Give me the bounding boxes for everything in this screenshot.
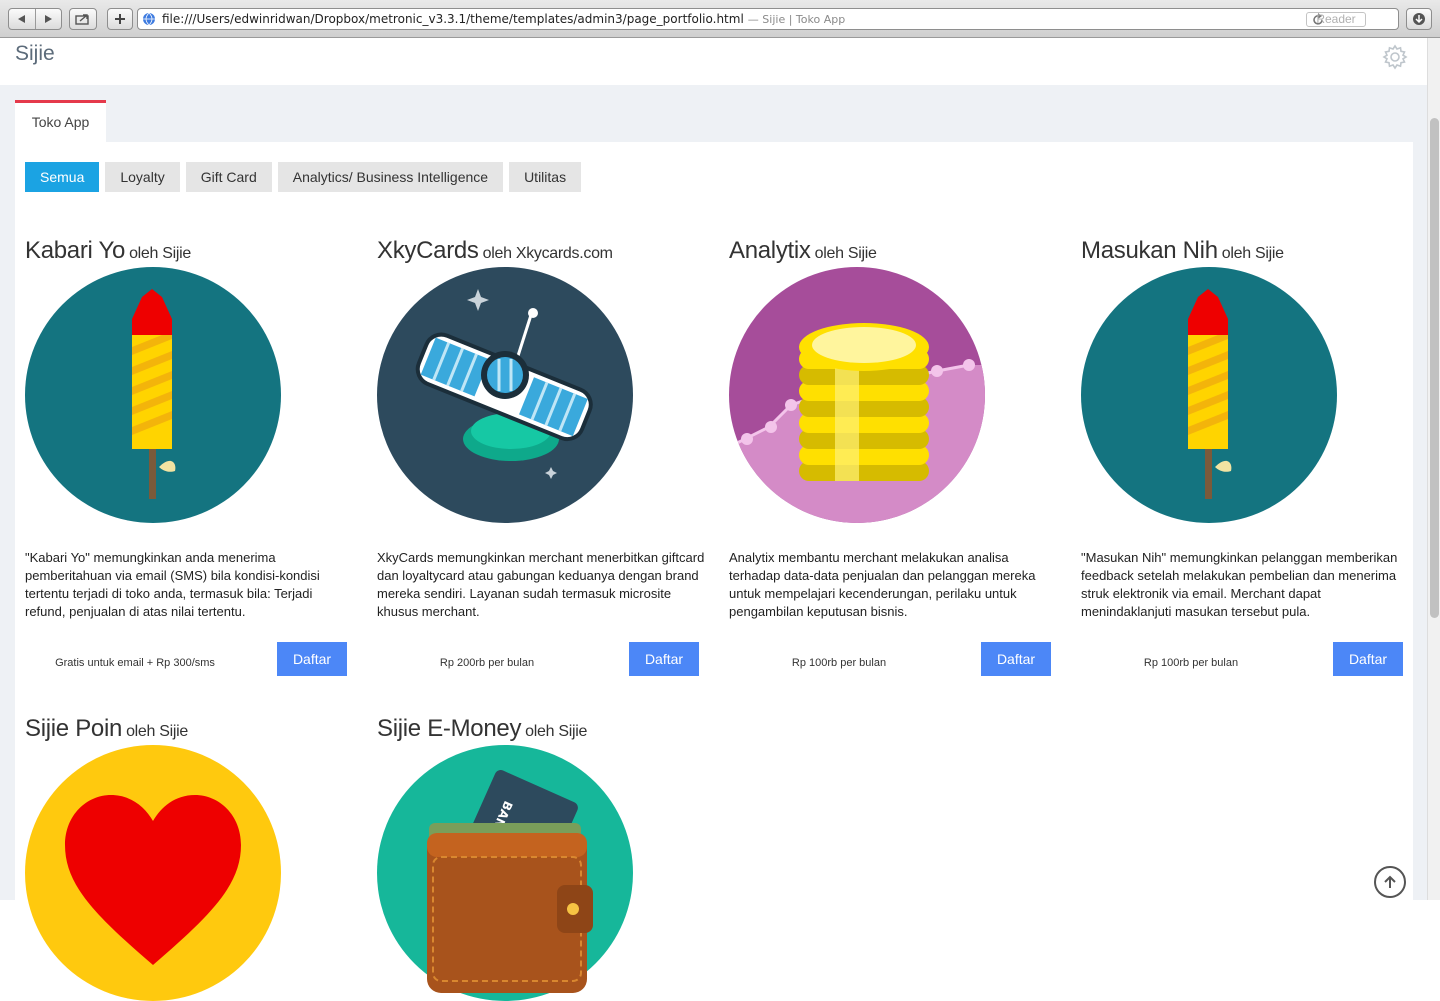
app-author: oleh Sijie	[1221, 245, 1284, 262]
filter-semua[interactable]: Semua	[25, 162, 100, 192]
filter-utilitas[interactable]: Utilitas	[509, 162, 582, 192]
app-description: "Masukan Nih" memungkinkan pelanggan mem…	[1081, 550, 1398, 619]
app-price: Gratis untuk email + Rp 300/sms	[55, 657, 215, 669]
app-title: Kabari Yo oleh Sijie	[25, 237, 347, 265]
app-title: XkyCards oleh Xkycards.com	[377, 237, 699, 265]
arrow-up-icon	[1384, 875, 1396, 888]
app-name[interactable]: Analytix	[729, 237, 811, 264]
browser-toolbar: file:///Users/edwinridwan/Dropbox/metron…	[0, 0, 1440, 38]
back-button[interactable]	[9, 9, 35, 29]
globe-icon	[143, 12, 155, 26]
app-title: Sijie E-Money oleh Sijie	[377, 715, 699, 743]
app-name[interactable]: Sijie Poin	[25, 715, 122, 742]
filter-bar: Semua Loyalty Gift Card Analytics/ Busin…	[25, 162, 582, 192]
share-icon	[75, 14, 89, 25]
daftar-button[interactable]: Daftar	[629, 642, 699, 676]
app-author: oleh Xkycards.com	[482, 245, 613, 262]
reader-button[interactable]: Reader	[1306, 12, 1366, 27]
scrollbar-thumb[interactable]	[1430, 118, 1439, 618]
plus-icon	[115, 14, 125, 24]
app-name[interactable]: Sijie E-Money	[377, 715, 521, 742]
app-price: Rp 100rb per bulan	[791, 657, 887, 669]
daftar-button[interactable]: Daftar	[277, 642, 347, 676]
app-author: oleh Sijie	[126, 723, 188, 740]
satellite-icon	[377, 267, 633, 523]
app-name[interactable]: Masukan Nih	[1081, 237, 1218, 264]
download-icon	[1413, 13, 1425, 25]
url-text: file:///Users/edwinridwan/Dropbox/metron…	[162, 12, 744, 26]
share-button[interactable]	[69, 8, 97, 30]
app-description: Analytix membantu merchant melakukan ana…	[729, 550, 1036, 619]
heart-icon	[25, 745, 281, 1001]
forward-arrow-icon	[45, 15, 53, 23]
app-card-analytix: Analytix oleh Sijie Analytix membantu me…	[729, 237, 1051, 677]
settings-gear-icon[interactable]	[1382, 44, 1408, 74]
wallet-icon: BANK	[377, 745, 633, 1001]
app-card-xkycards: XkyCards oleh Xkycards.com XkyCards memu…	[377, 237, 704, 677]
tab-toko-app[interactable]: Toko App	[15, 100, 106, 142]
coins-icon	[729, 267, 985, 523]
app-name[interactable]: XkyCards	[377, 237, 479, 264]
app-author: oleh Sijie	[814, 245, 877, 262]
brand-logo[interactable]: Sijie	[15, 42, 55, 66]
rocket-icon	[25, 267, 281, 523]
daftar-button[interactable]: Daftar	[1333, 642, 1403, 676]
app-card-kabari-yo: Kabari Yo oleh Sijie "Kabari Yo" memungki…	[25, 237, 347, 677]
filter-analytics[interactable]: Analytics/ Business Intelligence	[277, 162, 504, 192]
app-card-masukan-nih: Masukan Nih oleh Sijie "Masukan Nih" memu…	[1081, 237, 1403, 677]
forward-button[interactable]	[34, 9, 62, 29]
filter-loyalty[interactable]: Loyalty	[105, 162, 180, 192]
app-price: Rp 200rb per bulan	[439, 657, 535, 669]
app-name[interactable]: Kabari Yo	[25, 237, 125, 264]
app-author: oleh Sijie	[129, 245, 191, 262]
app-card-sijie-poin: Sijie Poin oleh Sijie	[25, 715, 347, 1001]
portfolio-panel: Semua Loyalty Gift Card Analytics/ Busin…	[15, 142, 1413, 1001]
rocket-icon	[1081, 267, 1337, 523]
page-scrollbar[interactable]	[1427, 38, 1440, 900]
address-bar[interactable]: file:///Users/edwinridwan/Dropbox/metron…	[137, 8, 1399, 30]
downloads-button[interactable]	[1406, 8, 1432, 30]
app-card-sijie-e-money: Sijie E-Money oleh Sijie BANK	[377, 715, 699, 1001]
page-body: Toko App Semua Loyalty Gift Card Analyti…	[0, 85, 1427, 1001]
page-title-in-address: — Sijie | Toko App	[747, 12, 846, 26]
history-nav	[8, 8, 62, 30]
back-arrow-icon	[17, 15, 25, 23]
app-description: XkyCards memungkinkan merchant menerbitk…	[377, 550, 705, 619]
app-title: Masukan Nih oleh Sijie	[1081, 237, 1403, 265]
app-author: oleh Sijie	[525, 723, 588, 740]
daftar-button[interactable]: Daftar	[981, 642, 1051, 676]
app-price: Rp 100rb per bulan	[1143, 657, 1239, 669]
filter-gift-card[interactable]: Gift Card	[185, 162, 272, 192]
scroll-to-top-button[interactable]	[1374, 866, 1406, 898]
add-bookmark-button[interactable]	[107, 8, 133, 30]
app-description: "Kabari Yo" memungkinkan anda menerima p…	[25, 550, 320, 619]
app-title: Analytix oleh Sijie	[729, 237, 1051, 265]
app-title: Sijie Poin oleh Sijie	[25, 715, 347, 743]
page-header: Sijie	[0, 38, 1427, 85]
